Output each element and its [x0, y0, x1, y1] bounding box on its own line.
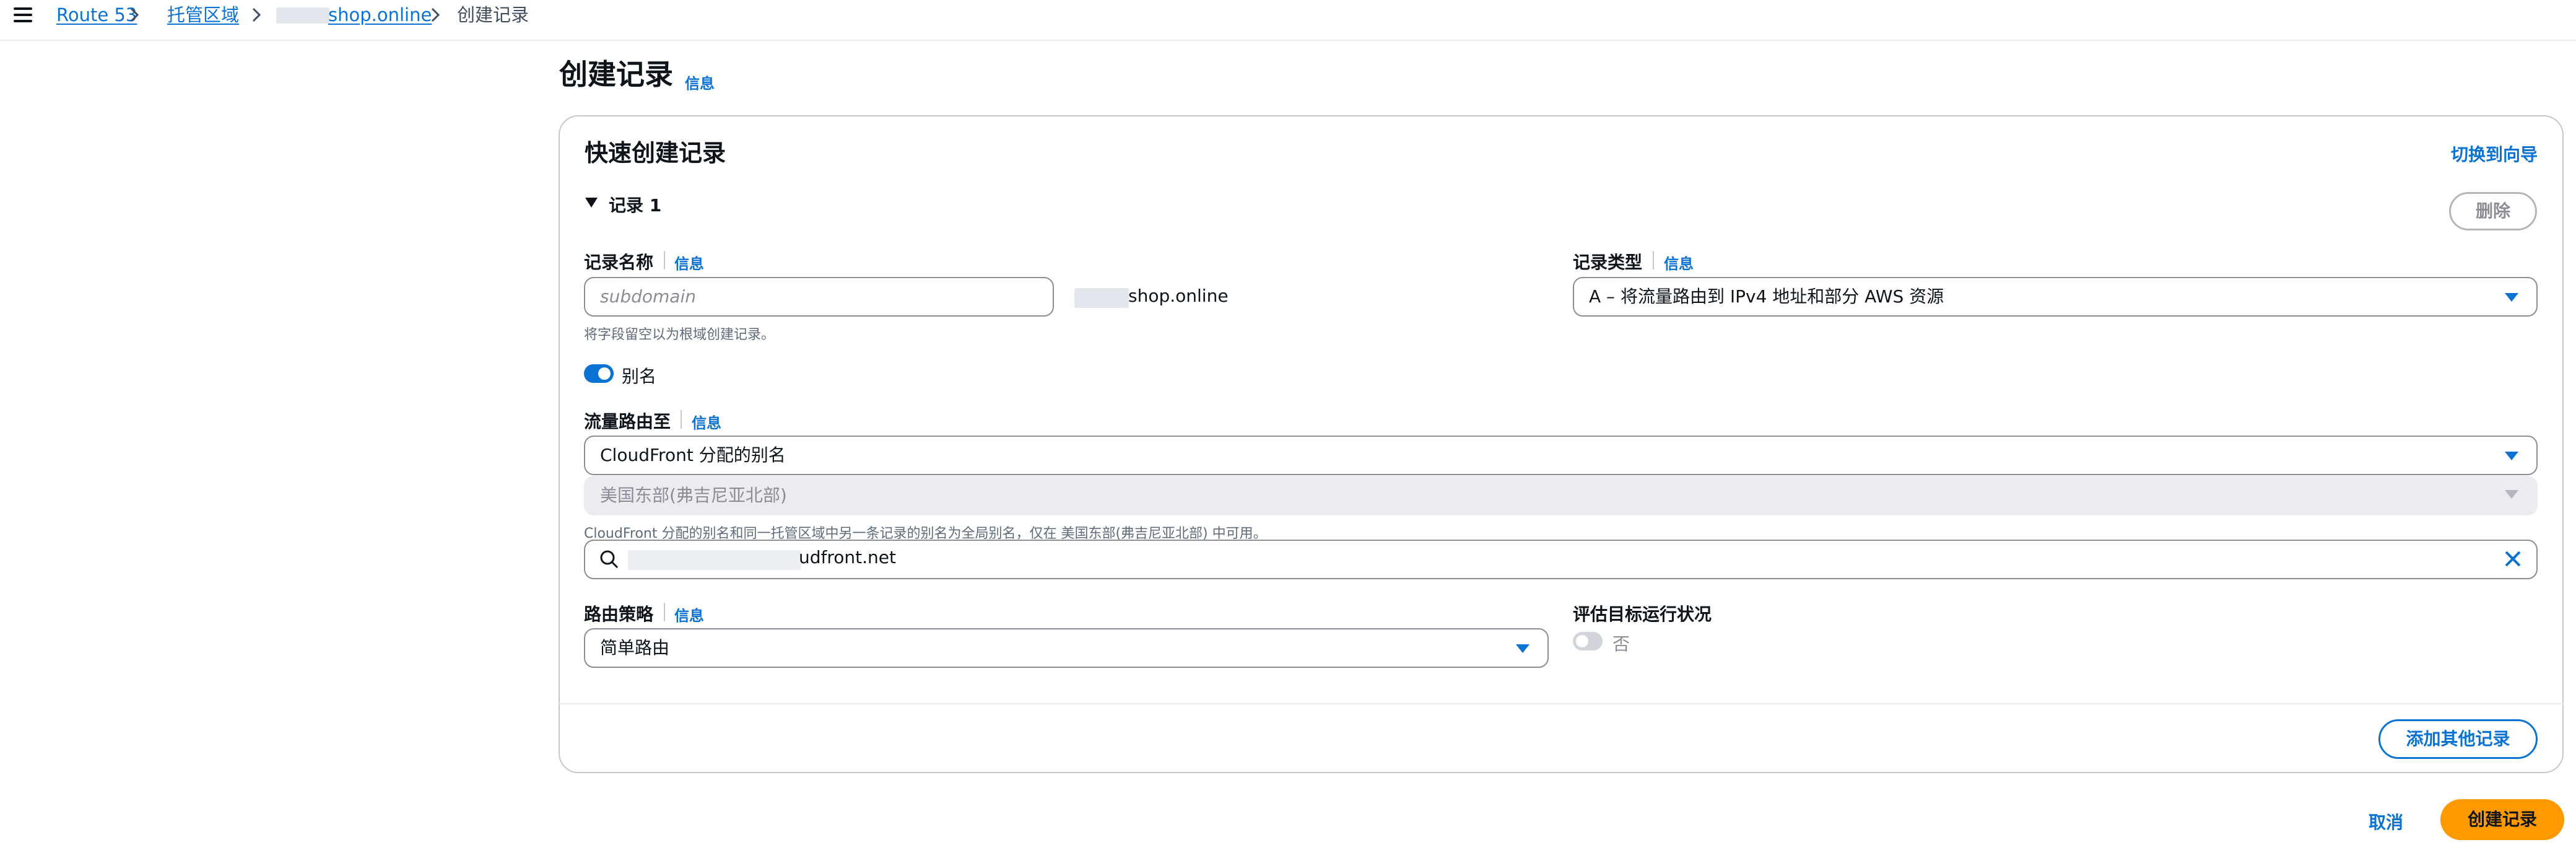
label-divider [664, 251, 665, 269]
caret-down-icon [2505, 490, 2518, 499]
clear-icon[interactable] [2503, 549, 2523, 569]
chevron-right-icon [431, 7, 440, 22]
add-another-record-button[interactable]: 添加其他记录 [2378, 719, 2538, 759]
create-records-button[interactable]: 创建记录 [2440, 799, 2564, 840]
breadcrumb-current-page: 创建记录 [457, 4, 529, 25]
endpoint-type-value: CloudFront 分配的别名 [600, 445, 786, 465]
alias-label: 别名 [622, 366, 657, 387]
caret-down-icon [1516, 644, 1530, 653]
chevron-right-icon [130, 7, 139, 22]
quick-create-heading: 快速创建记录 [585, 139, 726, 167]
redacted-domain-prefix [276, 7, 329, 24]
breadcrumb-route53[interactable]: Route 53 [56, 2, 137, 27]
card-divider [559, 703, 2563, 704]
breadcrumb-hosted-zone-domain[interactable]: shop.online [328, 2, 432, 27]
record-name-info-link[interactable]: 信息 [674, 252, 704, 273]
record-name-label: 记录名称 [584, 252, 654, 273]
alias-toggle[interactable] [584, 364, 614, 383]
evaluate-health-label: 评估目标运行状况 [1573, 604, 1712, 624]
evaluate-health-toggle [1573, 632, 1603, 651]
search-icon [600, 550, 619, 569]
caret-down-icon [2505, 293, 2518, 302]
region-value: 美国东部(弗吉尼亚北部) [600, 485, 787, 506]
redacted-distribution-prefix [628, 550, 801, 570]
label-divider [681, 410, 682, 429]
hamburger-menu-icon[interactable] [14, 6, 33, 24]
record-type-value: A – 将流量路由到 IPv4 地址和部分 AWS 资源 [1589, 286, 1944, 307]
page-title: 创建记录 [559, 58, 673, 91]
page-info-link[interactable]: 信息 [685, 71, 715, 93]
caret-down-icon [2505, 452, 2518, 460]
evaluate-health-value: 否 [1612, 634, 1630, 654]
record-name-hint: 将字段留空以为根域创建记录。 [584, 327, 775, 343]
caret-down-icon[interactable] [585, 196, 598, 209]
routing-policy-select[interactable]: 简单路由 [584, 628, 1549, 668]
breadcrumb-hosted-zones[interactable]: 托管区域 [167, 2, 239, 27]
endpoint-type-select[interactable]: CloudFront 分配的别名 [584, 436, 2538, 475]
record-type-info-link[interactable]: 信息 [1664, 252, 1694, 273]
routing-policy-value: 简单路由 [600, 638, 670, 658]
record-name-domain-suffix: shop.online [1128, 286, 1229, 306]
cancel-button[interactable]: 取消 [2369, 809, 2403, 834]
region-select: 美国东部(弗吉尼亚北部) [584, 476, 2538, 515]
routing-policy-info-link[interactable]: 信息 [674, 603, 704, 625]
label-divider [1653, 251, 1654, 269]
route-traffic-info-link[interactable]: 信息 [692, 411, 721, 432]
record-section-toggle[interactable]: 记录 1 [609, 192, 661, 217]
record-name-input[interactable]: subdomain [584, 277, 1054, 317]
record-type-label: 记录类型 [1573, 252, 1643, 273]
alias-target-value: udfront.net [799, 547, 896, 567]
delete-record-button: 删除 [2449, 192, 2537, 230]
record-type-select[interactable]: A – 将流量路由到 IPv4 地址和部分 AWS 资源 [1573, 277, 2538, 317]
chevron-right-icon [252, 7, 261, 22]
routing-policy-label: 路由策略 [584, 604, 654, 624]
redacted-domain-prefix [1074, 288, 1129, 308]
switch-to-wizard-link[interactable]: 切换到向导 [2451, 141, 2538, 166]
label-divider [664, 603, 665, 621]
route-traffic-label: 流量路由至 [584, 411, 671, 432]
